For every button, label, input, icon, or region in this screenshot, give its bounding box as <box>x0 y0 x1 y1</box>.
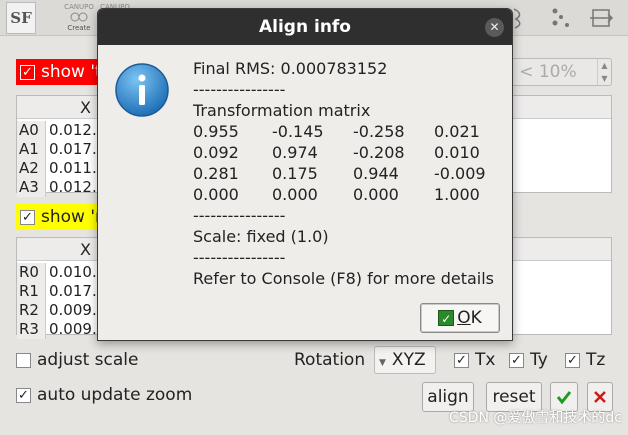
adjust-scale-checkbox[interactable] <box>16 352 31 368</box>
matrix-title: Transformation matrix <box>193 101 371 120</box>
watermark: CSDN @爱傲雪和技术的dc <box>449 410 622 426</box>
ty-checkbox[interactable]: ✓ <box>509 352 524 368</box>
matrix-cell: 0.974 <box>272 143 318 162</box>
ty-option[interactable]: ✓ Ty <box>509 350 548 370</box>
rms-filter-text: S < 10% <box>503 62 577 82</box>
row-label: R0 <box>17 263 46 282</box>
matrix-cell: 0.000 <box>353 185 399 204</box>
align-info-dialog: Align info ✕ Final RMS: 0.000783152 ----… <box>97 8 513 341</box>
create-label: Create <box>67 24 91 32</box>
row-value: 0.012. <box>49 121 97 139</box>
auto-update-zoom-label: auto update zoom <box>37 385 193 405</box>
matrix-cell: 0.092 <box>193 143 239 162</box>
matrix-cell: 1.000 <box>434 185 480 204</box>
matrix-cell: 0.021 <box>434 122 480 141</box>
row-value: 0.017. <box>49 282 97 300</box>
matrix-cell: 0.281 <box>193 164 239 183</box>
row-label: A0 <box>17 121 46 140</box>
dialog-content: Final RMS: 0.000783152 ---------------- … <box>193 58 508 289</box>
separator: ---------------- <box>193 206 286 225</box>
tz-checkbox[interactable]: ✓ <box>565 352 580 368</box>
matrix-cell: 0.000 <box>272 185 318 204</box>
row-label: R1 <box>17 282 46 301</box>
rotation-label: Rotation <box>294 350 366 370</box>
sf-tool-button[interactable]: SF <box>6 2 36 34</box>
row-label: A2 <box>17 159 46 178</box>
rotation-value: XYZ <box>391 350 426 370</box>
row-value: 0.012. <box>49 178 97 196</box>
canupo-icon <box>70 12 88 22</box>
chevron-down-icon: ▼ <box>379 358 386 368</box>
tx-option[interactable]: ✓ Tx <box>454 350 495 370</box>
canupo-create-button[interactable]: CANUPO Create <box>62 2 96 34</box>
show-reference-checkbox[interactable]: ✓ <box>20 209 35 225</box>
dialog-title: Align info <box>258 17 351 37</box>
separator: ---------------- <box>193 248 286 267</box>
dialog-titlebar: Align info ✕ <box>98 9 512 45</box>
matrix-cell: -0.009 <box>434 164 486 183</box>
rotation-select[interactable]: ▼ XYZ <box>374 346 436 374</box>
scatter-tool-button[interactable] <box>545 2 575 34</box>
console-hint-text: Refer to Console (F8) for more details <box>193 269 495 288</box>
scale-text: Scale: fixed (1.0) <box>193 227 329 246</box>
matrix-cell: 0.010 <box>434 143 480 162</box>
ok-button[interactable]: ✓ OK <box>420 303 500 333</box>
show-reference-label: show 'r <box>41 207 103 227</box>
tx-label: Tx <box>475 350 496 370</box>
tx-checkbox[interactable]: ✓ <box>454 352 469 368</box>
rms-filter-field[interactable]: S < 10% ▲ ▼ <box>498 58 612 86</box>
close-icon[interactable]: ✕ <box>485 18 504 37</box>
row-value: 0.011. <box>49 159 97 177</box>
info-icon <box>115 63 169 117</box>
adjust-scale-label: adjust scale <box>37 350 139 370</box>
matrix-cell: -0.208 <box>353 143 405 162</box>
row-label: A3 <box>17 178 46 197</box>
auto-update-zoom-option[interactable]: ✓ auto update zoom <box>16 385 192 405</box>
column-x-header: X <box>80 98 91 117</box>
row-value: 0.009. <box>49 301 97 319</box>
row-label: A1 <box>17 140 46 159</box>
tz-label: Tz <box>586 350 606 370</box>
rms-filter-spinner[interactable]: ▲ ▼ <box>597 59 611 85</box>
matrix-cell: -0.258 <box>353 122 405 141</box>
red-cross-icon <box>594 391 606 403</box>
adjust-scale-option[interactable]: adjust scale <box>16 350 138 370</box>
transform-icon <box>590 9 614 27</box>
matrix-cell: 0.175 <box>272 164 318 183</box>
row-value: 0.009. <box>49 320 97 338</box>
row-value: 0.010. <box>49 263 97 281</box>
green-check-icon <box>556 391 572 405</box>
tz-option[interactable]: ✓ Tz <box>565 350 605 370</box>
ok-label: OK <box>457 308 482 328</box>
separator: ---------------- <box>193 80 286 99</box>
scatter-icon <box>552 8 569 27</box>
matrix-cell: -0.145 <box>272 122 324 141</box>
show-to-align-checkbox[interactable]: ✓ <box>20 64 35 80</box>
row-label: R2 <box>17 301 46 320</box>
transformation-matrix: 0.955 -0.145 -0.258 0.021 0.092 0.974 -0… <box>193 121 508 205</box>
matrix-cell: 0.955 <box>193 122 239 141</box>
row-label: R3 <box>17 320 46 339</box>
transform-tool-button[interactable] <box>586 2 616 34</box>
final-rms-text: Final RMS: 0.000783152 <box>193 59 388 78</box>
row-value: 0.017. <box>49 140 97 158</box>
ty-label: Ty <box>530 350 548 370</box>
check-icon: ✓ <box>438 310 455 326</box>
column-x-header: X <box>80 240 91 259</box>
auto-update-zoom-checkbox[interactable]: ✓ <box>16 387 31 403</box>
show-to-align-label: show 't <box>41 62 102 82</box>
matrix-cell: 0.000 <box>193 185 239 204</box>
matrix-cell: 0.944 <box>353 164 399 183</box>
